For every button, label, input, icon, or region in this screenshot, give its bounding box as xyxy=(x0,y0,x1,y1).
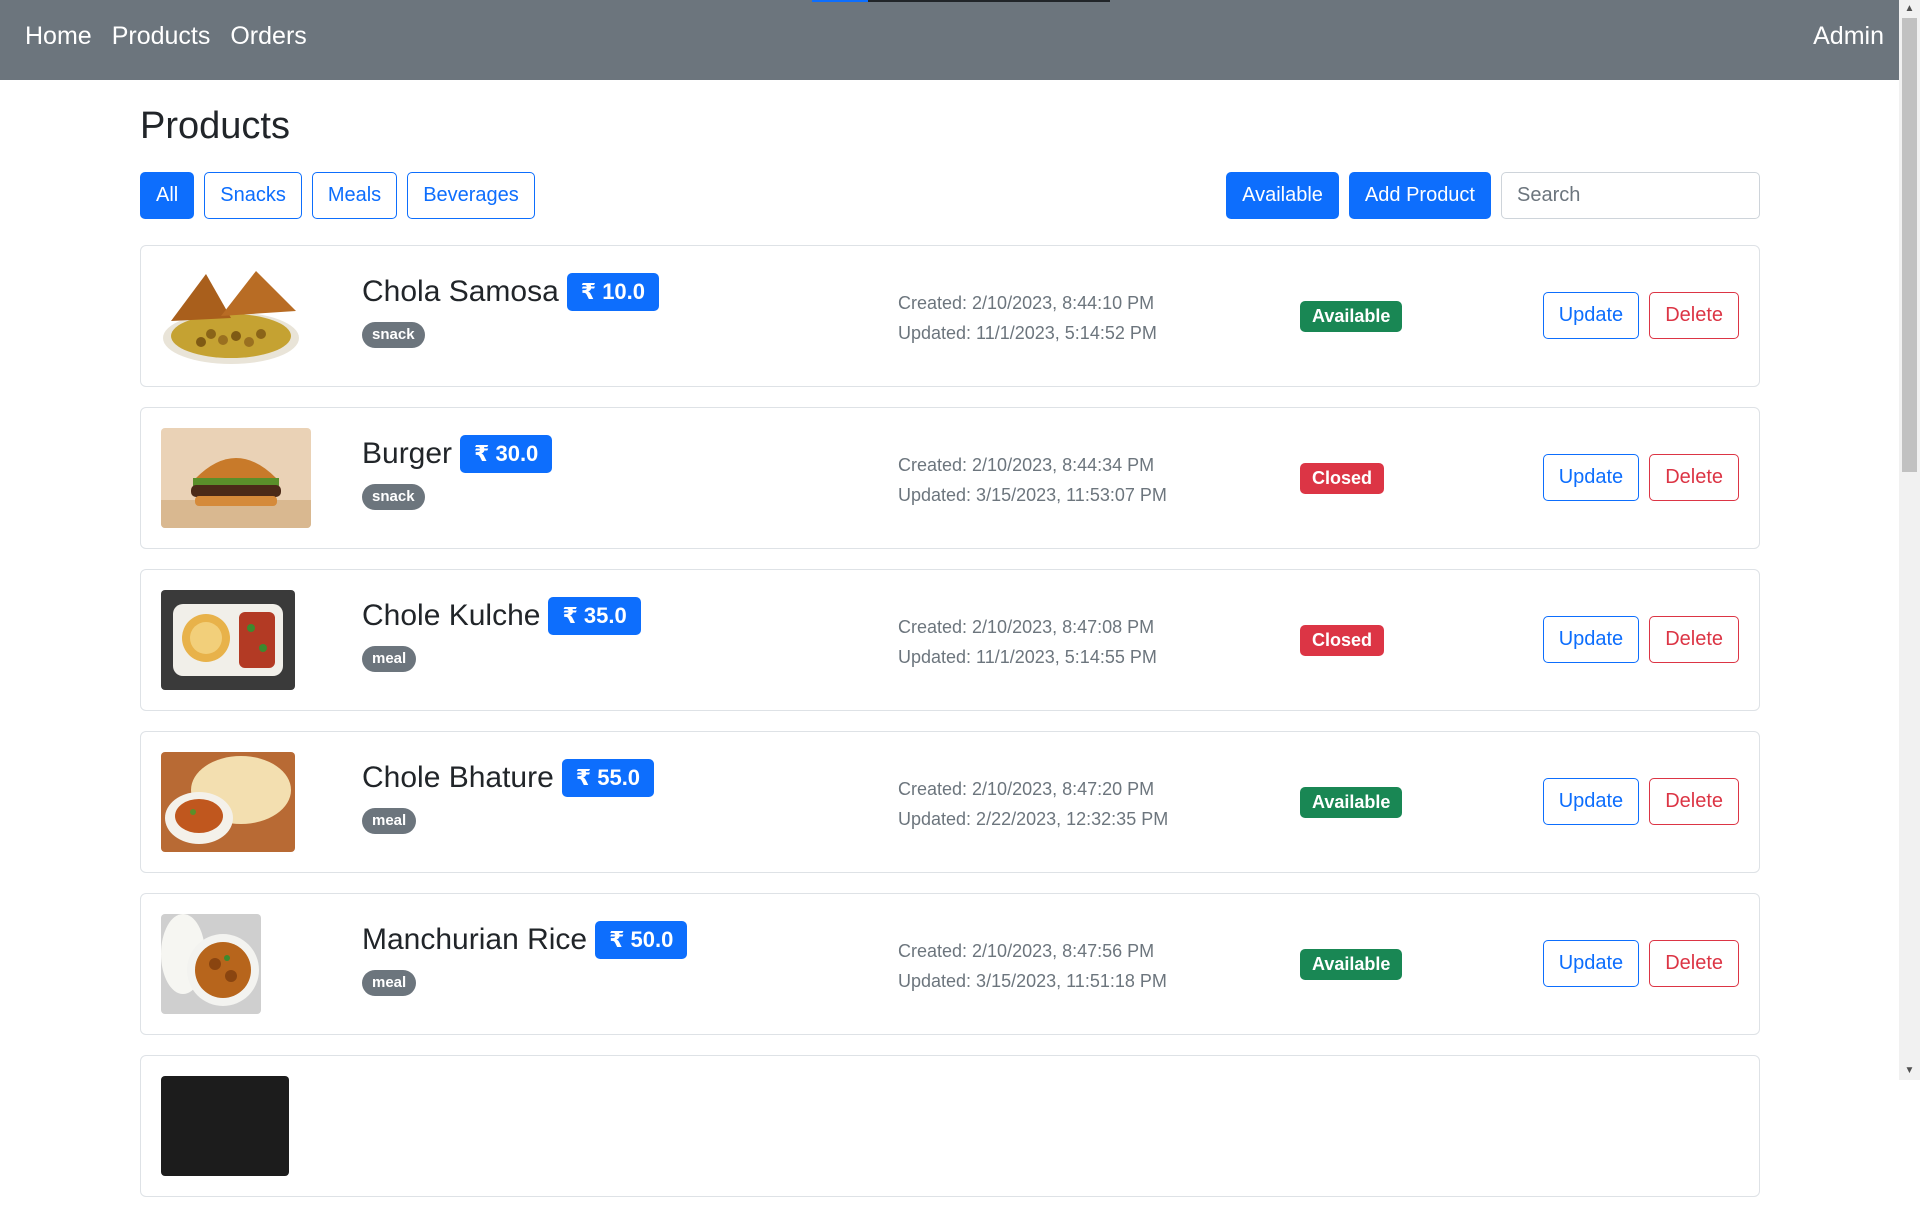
status-badge: Closed xyxy=(1300,625,1385,656)
product-image-chole-bhature xyxy=(161,752,295,852)
main-content: Products All Snacks Meals Beverages Avai… xyxy=(140,80,1760,1197)
created-date: Created: 2/10/2023, 8:47:56 PM xyxy=(898,941,1155,961)
price-badge: ₹ 55.0 xyxy=(561,759,655,797)
product-card: Burger ₹ 30.0 snack Created: 2/10/2023, … xyxy=(140,407,1760,549)
nav-link-home[interactable]: Home xyxy=(25,18,92,54)
product-list: Chola Samosa ₹ 10.0 snack Created: 2/10/… xyxy=(140,245,1760,1217)
filter-snacks-button[interactable]: Snacks xyxy=(204,172,302,219)
price-badge: ₹ 35.0 xyxy=(548,597,641,635)
updated-date: Updated: 2/22/2023, 12:32:35 PM xyxy=(898,809,1169,829)
updated-date: Updated: 11/1/2023, 5:14:55 PM xyxy=(898,647,1157,667)
loading-bar-track xyxy=(868,0,1110,2)
row-actions: Update Delete xyxy=(1542,616,1739,663)
product-info: Chole Bhature ₹ 55.0 meal xyxy=(362,758,655,834)
update-button[interactable]: Update xyxy=(1542,292,1640,339)
created-date: Created: 2/10/2023, 8:44:10 PM xyxy=(898,293,1155,313)
status-badge: Available xyxy=(1300,787,1403,818)
update-button[interactable]: Update xyxy=(1542,778,1640,825)
price-badge: ₹ 30.0 xyxy=(460,435,553,473)
search-input[interactable] xyxy=(1501,172,1760,219)
delete-button[interactable]: Delete xyxy=(1649,940,1739,987)
product-name: Burger xyxy=(362,437,453,470)
top-navbar: Home Products Orders Admin xyxy=(0,0,1899,80)
category-badge: meal xyxy=(362,646,417,672)
nav-link-products[interactable]: Products xyxy=(112,18,211,54)
product-info: Chola Samosa ₹ 10.0 snack xyxy=(362,272,660,348)
price-badge: ₹ 10.0 xyxy=(566,273,660,311)
update-button[interactable]: Update xyxy=(1542,616,1640,663)
update-button[interactable]: Update xyxy=(1542,940,1640,987)
nav-links: Home Products Orders xyxy=(25,18,307,54)
filter-meals-button[interactable]: Meals xyxy=(311,172,398,219)
page-scrollbar[interactable]: ▲ ▼ xyxy=(1899,0,1920,1080)
status-badge: Available xyxy=(1300,301,1403,332)
row-actions: Update Delete xyxy=(1542,778,1739,825)
scroll-up-icon[interactable]: ▲ xyxy=(1899,0,1920,18)
product-card: Chola Samosa ₹ 10.0 snack Created: 2/10/… xyxy=(140,245,1760,387)
toolbar: All Snacks Meals Beverages Available Add… xyxy=(140,172,1760,220)
product-name: Chole Bhature xyxy=(362,761,554,794)
nav-admin-link[interactable]: Admin xyxy=(1813,18,1884,54)
created-date: Created: 2/10/2023, 8:44:34 PM xyxy=(898,455,1155,475)
delete-button[interactable]: Delete xyxy=(1649,778,1739,825)
product-dates: Created: 2/10/2023, 8:47:20 PM Updated: … xyxy=(898,774,1168,834)
page-title: Products xyxy=(140,105,290,147)
product-name: Chola Samosa xyxy=(362,275,559,308)
category-filters: All Snacks Meals Beverages xyxy=(140,172,535,219)
product-name: Manchurian Rice xyxy=(362,923,588,956)
product-image-partial xyxy=(161,1076,289,1176)
category-badge: snack xyxy=(362,484,425,510)
row-actions: Update Delete xyxy=(1542,292,1739,339)
product-image-chole-kulche xyxy=(161,590,295,690)
product-image-manchurian-rice xyxy=(161,914,261,1014)
status-badge: Available xyxy=(1300,949,1403,980)
product-image-chola-samosa xyxy=(161,266,301,366)
category-badge: meal xyxy=(362,970,417,996)
product-card: Manchurian Rice ₹ 50.0 meal Created: 2/1… xyxy=(140,893,1760,1035)
product-name: Chole Kulche xyxy=(362,599,541,632)
product-card-partial xyxy=(140,1055,1760,1197)
loading-bar-progress xyxy=(812,0,868,2)
product-info: Manchurian Rice ₹ 50.0 meal xyxy=(362,920,688,996)
toolbar-actions: Available Add Product xyxy=(1226,172,1760,219)
product-card: Chole Kulche ₹ 35.0 meal Created: 2/10/2… xyxy=(140,569,1760,711)
row-actions: Update Delete xyxy=(1542,940,1739,987)
product-dates: Created: 2/10/2023, 8:47:08 PM Updated: … xyxy=(898,612,1157,672)
updated-date: Updated: 3/15/2023, 11:53:07 PM xyxy=(898,485,1167,505)
category-badge: meal xyxy=(362,808,417,834)
add-product-button[interactable]: Add Product xyxy=(1348,172,1491,219)
delete-button[interactable]: Delete xyxy=(1649,292,1739,339)
price-badge: ₹ 50.0 xyxy=(595,921,688,959)
filter-all-button[interactable]: All xyxy=(140,172,195,219)
updated-date: Updated: 11/1/2023, 5:14:52 PM xyxy=(898,323,1157,343)
product-dates: Created: 2/10/2023, 8:44:34 PM Updated: … xyxy=(898,450,1167,510)
product-image-burger xyxy=(161,428,311,528)
status-badge: Closed xyxy=(1300,463,1385,494)
available-filter-button[interactable]: Available xyxy=(1226,172,1339,219)
product-info: Chole Kulche ₹ 35.0 meal xyxy=(362,596,641,672)
product-info: Burger ₹ 30.0 snack xyxy=(362,434,553,510)
updated-date: Updated: 3/15/2023, 11:51:18 PM xyxy=(898,971,1167,991)
update-button[interactable]: Update xyxy=(1542,454,1640,501)
scroll-thumb[interactable] xyxy=(1902,18,1917,472)
product-dates: Created: 2/10/2023, 8:44:10 PM Updated: … xyxy=(898,288,1157,348)
filter-beverages-button[interactable]: Beverages xyxy=(407,172,535,219)
row-actions: Update Delete xyxy=(1542,454,1739,501)
nav-link-orders[interactable]: Orders xyxy=(230,18,306,54)
delete-button[interactable]: Delete xyxy=(1649,616,1739,663)
created-date: Created: 2/10/2023, 8:47:20 PM xyxy=(898,779,1155,799)
product-card: Chole Bhature ₹ 55.0 meal Created: 2/10/… xyxy=(140,731,1760,873)
created-date: Created: 2/10/2023, 8:47:08 PM xyxy=(898,617,1155,637)
delete-button[interactable]: Delete xyxy=(1649,454,1739,501)
product-dates: Created: 2/10/2023, 8:47:56 PM Updated: … xyxy=(898,936,1167,996)
category-badge: snack xyxy=(362,322,425,348)
scroll-down-icon[interactable]: ▼ xyxy=(1899,1062,1920,1080)
